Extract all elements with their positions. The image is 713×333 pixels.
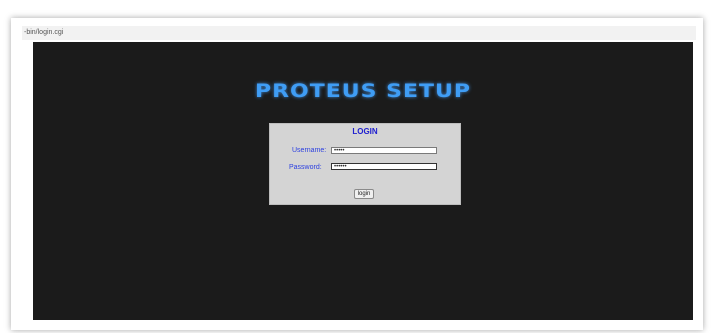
url-text: -bin/login.cgi xyxy=(24,29,64,36)
login-panel: LOGIN Username: ••••• Password: •••••• l… xyxy=(269,123,461,205)
page-canvas: PROTEUS SETUP LOGIN Username: ••••• Pass… xyxy=(33,42,693,320)
login-button[interactable]: login xyxy=(354,189,374,199)
address-bar[interactable]: -bin/login.cgi xyxy=(22,26,696,40)
password-input[interactable]: •••••• xyxy=(331,163,437,170)
login-heading: LOGIN xyxy=(352,127,378,136)
password-label: Password: xyxy=(289,164,322,171)
username-label: Username: xyxy=(292,147,327,154)
page-title: PROTEUS SETUP xyxy=(254,80,472,103)
username-input[interactable]: ••••• xyxy=(331,147,437,154)
